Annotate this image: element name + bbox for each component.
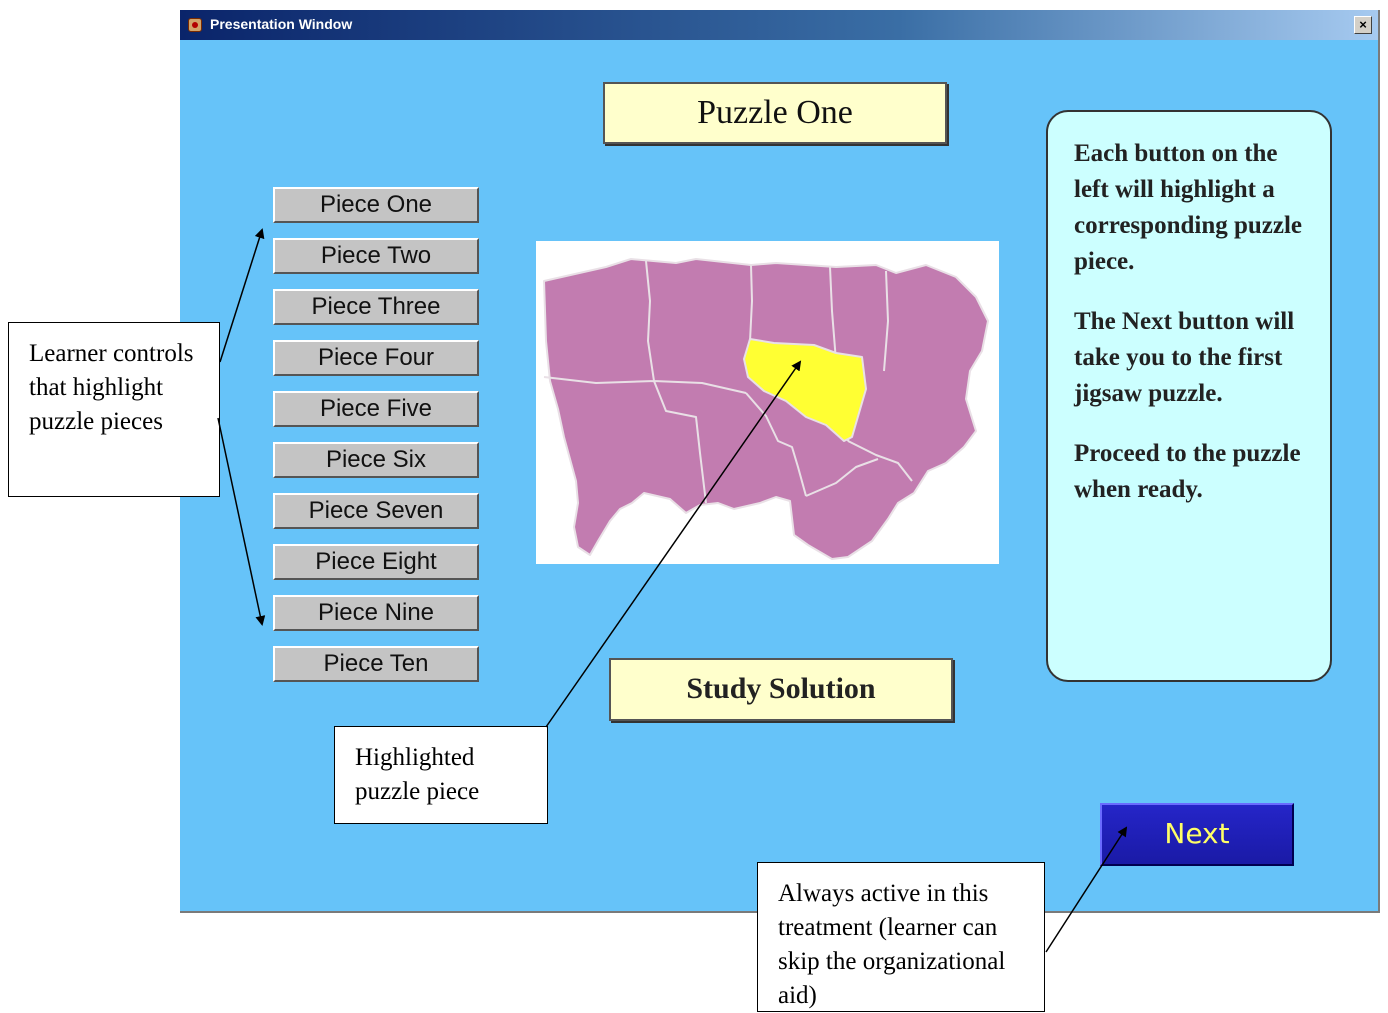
arrow-to-highlighted-piece: [545, 360, 802, 728]
arrow-to-piece-one: [219, 228, 265, 363]
annotation-arrows: [217, 228, 1128, 953]
arrow-to-piece-nine: [217, 417, 266, 626]
arrow-to-next-button: [1045, 826, 1128, 953]
